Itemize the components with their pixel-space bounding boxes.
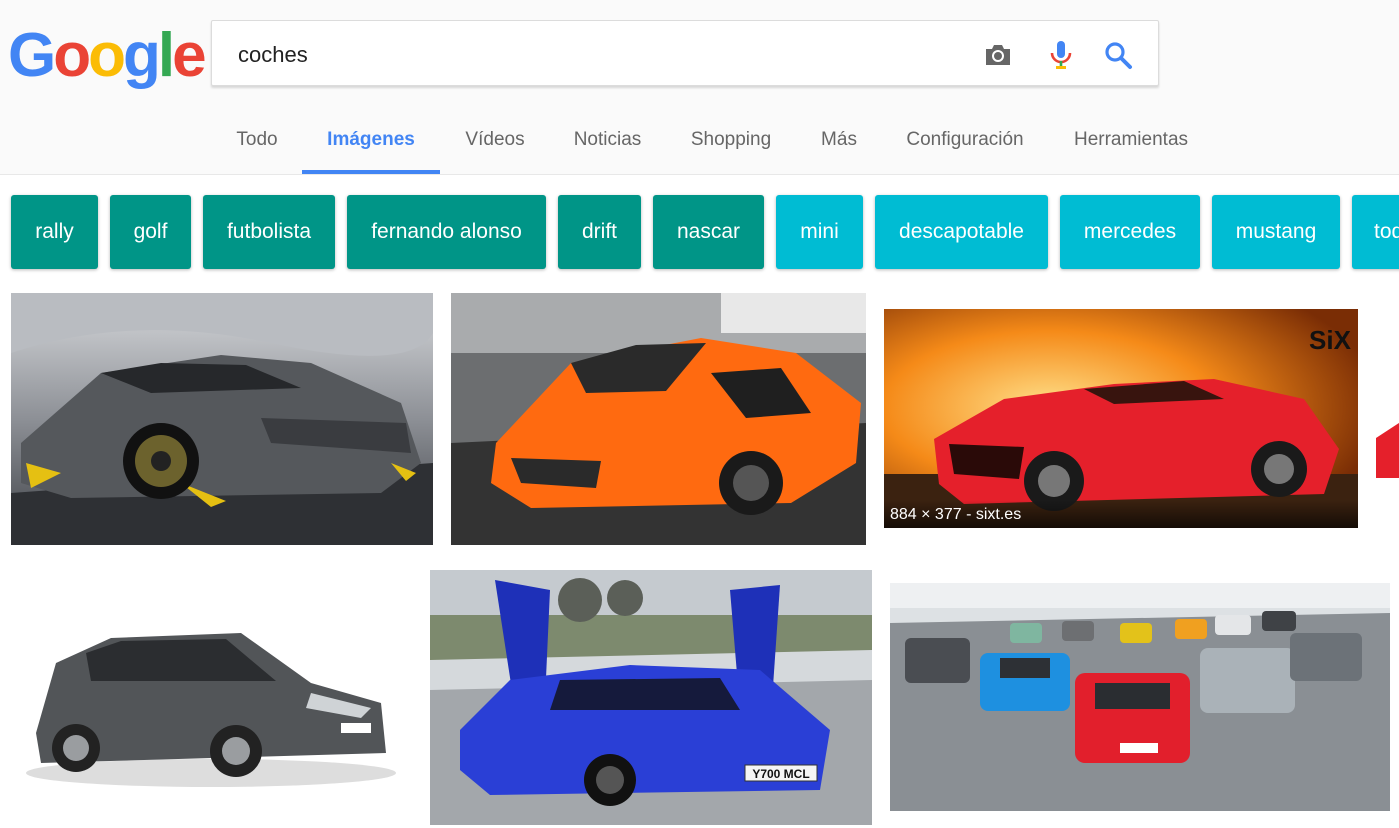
tab-configuracion[interactable]: Configuración — [896, 115, 1034, 174]
sixt-logo: SiX — [1309, 325, 1352, 355]
chip-drift[interactable]: drift — [558, 195, 641, 269]
logo-letter-o2: o — [88, 21, 126, 90]
microphone-icon[interactable] — [1045, 39, 1077, 71]
image-caption: 884 × 377 - sixt.es — [884, 500, 1358, 528]
image-result-orange-supercar[interactable] — [451, 293, 866, 545]
chip-mustang[interactable]: mustang — [1212, 195, 1340, 269]
tab-videos[interactable]: Vídeos — [452, 115, 538, 174]
chip-mini[interactable]: mini — [776, 195, 863, 269]
logo-letter-o1: o — [53, 21, 91, 90]
license-plate: Y700 MCL — [752, 767, 809, 781]
image-result-grey-supercar[interactable] — [11, 293, 433, 545]
chip-descapotable[interactable]: descapotable — [875, 195, 1048, 269]
image-result-car-fleet[interactable] — [890, 583, 1390, 811]
chip-rally[interactable]: rally — [11, 195, 98, 269]
tab-herramientas[interactable]: Herramientas — [1064, 115, 1198, 174]
tab-imagenes[interactable]: Imágenes — [302, 115, 440, 174]
tab-noticias[interactable]: Noticias — [560, 115, 655, 174]
chip-mercedes[interactable]: mercedes — [1060, 195, 1200, 269]
chip-todo[interactable]: todo — [1352, 195, 1399, 269]
image-result-grey-hatchback[interactable] — [11, 583, 416, 801]
logo-letter-g2: g — [122, 21, 161, 90]
search-input[interactable] — [236, 39, 940, 71]
tab-todo[interactable]: Todo — [214, 115, 300, 174]
chip-golf[interactable]: golf — [110, 195, 191, 269]
tab-shopping[interactable]: Shopping — [676, 115, 786, 174]
header: Google Todo Imágenes — [0, 0, 1399, 175]
image-result-blue-supercar[interactable]: Y700 MCL — [430, 570, 872, 825]
search-box — [211, 20, 1159, 86]
logo-letter-g: G — [8, 21, 56, 90]
search-icon[interactable] — [1102, 39, 1134, 71]
logo-letter-e: e — [172, 21, 207, 90]
camera-icon[interactable] — [982, 39, 1014, 71]
chip-nascar[interactable]: nascar — [653, 195, 764, 269]
logo-letter-l: l — [157, 21, 175, 90]
tab-mas[interactable]: Más — [810, 115, 868, 174]
image-result-red-convertible[interactable]: SiX 884 × 377 - sixt.es — [884, 309, 1358, 528]
image-result-partial[interactable] — [1376, 378, 1399, 488]
chip-fernando-alonso[interactable]: fernando alonso — [347, 195, 546, 269]
google-logo[interactable]: Google — [8, 20, 207, 92]
chip-futbolista[interactable]: futbolista — [203, 195, 335, 269]
